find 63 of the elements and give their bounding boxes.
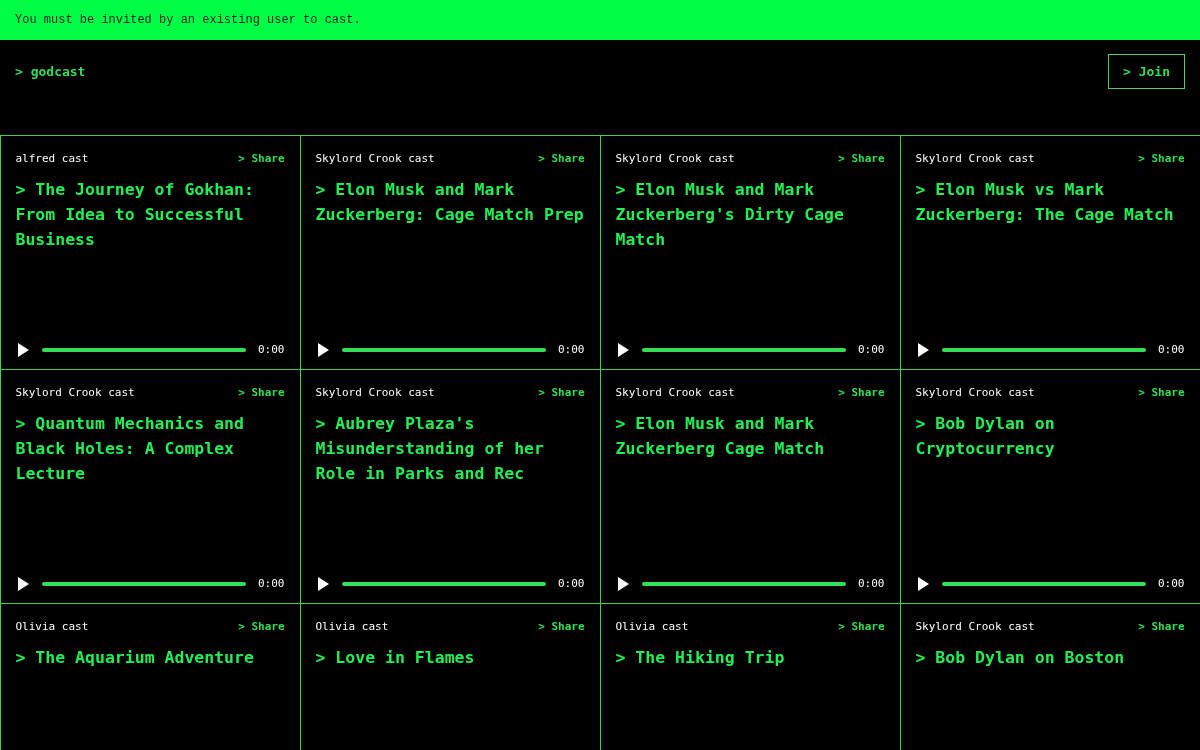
share-link[interactable]: > Share [238, 385, 285, 399]
cast-title[interactable]: > Bob Dylan on Boston [915, 644, 1185, 750]
cast-author: Skylord Crook cast [915, 385, 1035, 399]
share-link[interactable]: > Share [1138, 151, 1185, 165]
cast-title[interactable]: > Love in Flames [315, 644, 585, 750]
logo-link[interactable]: > godcast [15, 64, 86, 79]
share-link[interactable]: > Share [838, 385, 885, 399]
cast-author: alfred cast [15, 151, 89, 165]
notice-text: You must be invited by an existing user to cast. [15, 13, 361, 27]
audio-time: 0:00 [558, 577, 585, 590]
audio-time: 0:00 [558, 343, 585, 356]
cast-author: Skylord Crook cast [615, 151, 735, 165]
cast-title[interactable]: > The Hiking Trip [615, 644, 885, 750]
audio-track[interactable] [641, 347, 846, 352]
cast-author: Skylord Crook cast [615, 385, 735, 399]
share-link[interactable]: > Share [538, 385, 585, 399]
audio-time: 0:00 [1158, 577, 1185, 590]
audio-track[interactable] [641, 581, 846, 586]
cast-title[interactable]: > Aubrey Plaza's Misunderstanding of her Role in Parks and Rec [315, 410, 585, 577]
cast-title[interactable]: > Quantum Mechanics and Black Holes: A Complex Lecture [15, 410, 285, 577]
cast-author: Olivia cast [15, 619, 89, 633]
play-icon[interactable] [315, 576, 330, 591]
cast-author: Skylord Crook cast [915, 151, 1035, 165]
audio-time: 0:00 [1158, 343, 1185, 356]
share-link[interactable]: > Share [238, 619, 285, 633]
play-icon[interactable] [915, 342, 930, 357]
audio-time: 0:00 [258, 577, 285, 590]
audio-track[interactable] [341, 347, 546, 352]
cast-author: Olivia cast [315, 619, 389, 633]
play-icon[interactable] [615, 342, 630, 357]
audio-track[interactable] [341, 581, 546, 586]
play-icon[interactable] [615, 576, 630, 591]
audio-time: 0:00 [258, 343, 285, 356]
cast-author: Olivia cast [615, 619, 689, 633]
audio-time: 0:00 [858, 577, 885, 590]
share-link[interactable]: > Share [838, 619, 885, 633]
cast-author: Skylord Crook cast [915, 619, 1035, 633]
share-link[interactable]: > Share [838, 151, 885, 165]
share-link[interactable]: > Share [1138, 619, 1185, 633]
audio-track[interactable] [41, 581, 246, 586]
join-button[interactable]: > Join [1108, 54, 1185, 89]
audio-track[interactable] [41, 347, 246, 352]
share-link[interactable]: > Share [538, 619, 585, 633]
play-icon[interactable] [915, 576, 930, 591]
share-link[interactable]: > Share [1138, 385, 1185, 399]
play-icon[interactable] [15, 576, 30, 591]
cast-title[interactable]: > Elon Musk vs Mark Zuckerberg: The Cage Match [915, 176, 1185, 343]
audio-track[interactable] [941, 347, 1146, 352]
cast-title[interactable]: > The Journey of Gokhan: From Idea to Successful Business [15, 176, 285, 343]
share-link[interactable]: > Share [538, 151, 585, 165]
cast-title[interactable]: > Elon Musk and Mark Zuckerberg: Cage Match Prep [315, 176, 585, 343]
cast-title[interactable]: > Elon Musk and Mark Zuckerberg Cage Match [615, 410, 885, 577]
audio-time: 0:00 [858, 343, 885, 356]
cast-author: Skylord Crook cast [315, 151, 435, 165]
cast-title[interactable]: > Bob Dylan on Cryptocurrency [915, 410, 1185, 577]
play-icon[interactable] [315, 342, 330, 357]
cast-title[interactable]: > The Aquarium Adventure [15, 644, 285, 750]
audio-track[interactable] [941, 581, 1146, 586]
play-icon[interactable] [15, 342, 30, 357]
cast-author: Skylord Crook cast [15, 385, 135, 399]
cast-title[interactable]: > Elon Musk and Mark Zuckerberg's Dirty Cage Match [615, 176, 885, 343]
share-link[interactable]: > Share [238, 151, 285, 165]
cast-author: Skylord Crook cast [315, 385, 435, 399]
